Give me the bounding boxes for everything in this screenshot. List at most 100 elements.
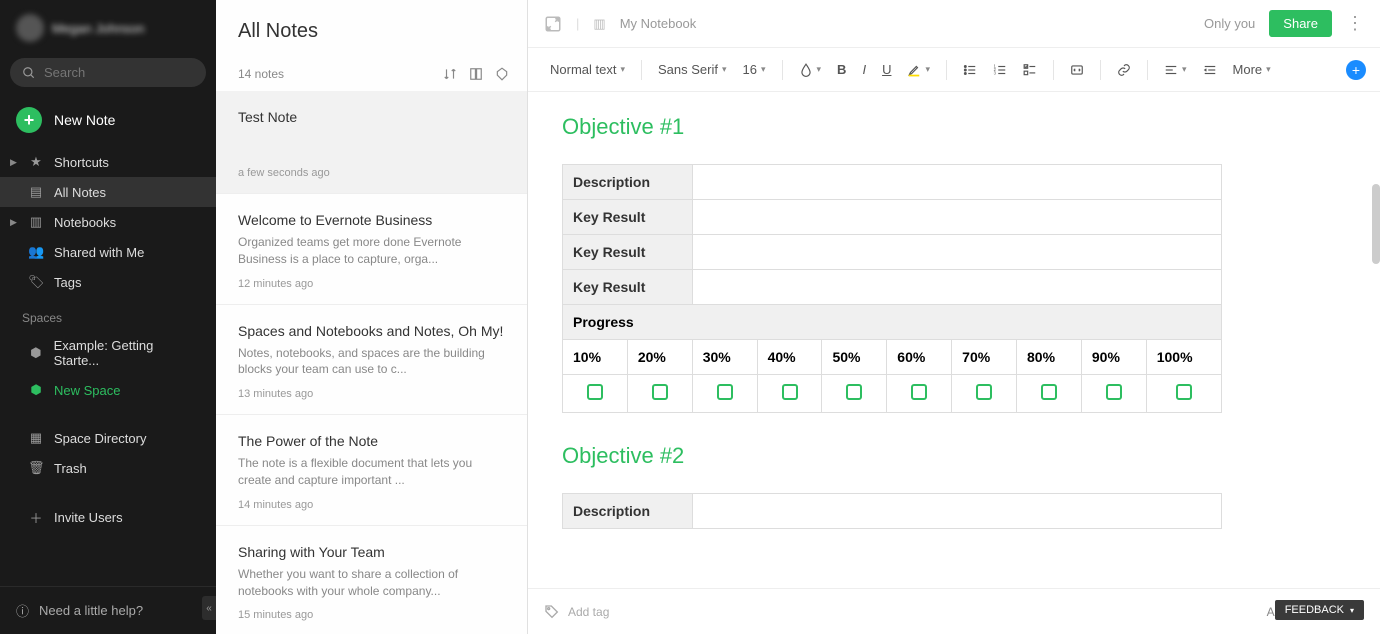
- nav-trash[interactable]: 🗑 Trash: [0, 453, 216, 483]
- filter-icon[interactable]: [495, 67, 509, 81]
- tag-icon: 🏷: [28, 274, 44, 290]
- table-header: Key Result: [563, 235, 693, 270]
- expand-icon[interactable]: [544, 15, 562, 33]
- sort-icon[interactable]: [443, 67, 457, 81]
- checkbox-icon: [911, 384, 927, 400]
- help-link[interactable]: ⓘ Need a little help?: [0, 586, 216, 634]
- checkbox-cell[interactable]: [563, 375, 628, 413]
- text-color-button[interactable]: ▾: [793, 59, 828, 81]
- chevron-down-icon: ▾: [722, 64, 727, 75]
- checkbox-cell[interactable]: [822, 375, 887, 413]
- nav-space-example[interactable]: ⬢ Example: Getting Starte...: [0, 331, 216, 375]
- chevron-down-icon: ▾: [761, 64, 766, 75]
- underline-button[interactable]: U: [876, 58, 897, 81]
- table-cell[interactable]: [693, 494, 1222, 529]
- chevron-down-icon: ▾: [1350, 606, 1354, 615]
- note-card[interactable]: The Power of the NoteThe note is a flexi…: [216, 415, 527, 526]
- collapse-sidebar-button[interactable]: «: [202, 596, 216, 620]
- checkbox-cell[interactable]: [1081, 375, 1146, 413]
- align-button[interactable]: ▾: [1158, 59, 1193, 81]
- nav-invite-users[interactable]: ＋ Invite Users: [0, 501, 216, 534]
- checkbox-icon: [1176, 384, 1192, 400]
- nav-label: Trash: [54, 461, 87, 476]
- percent-cell: 50%: [822, 340, 887, 375]
- checklist-button[interactable]: [1017, 59, 1043, 81]
- search-input[interactable]: [44, 65, 220, 80]
- insert-button[interactable]: +: [1346, 60, 1366, 80]
- nav-all-notes[interactable]: ▤ All Notes: [0, 177, 216, 207]
- editor-content[interactable]: Objective #1 Description Key Result Key …: [528, 92, 1380, 588]
- table-cell[interactable]: [693, 270, 1222, 305]
- percent-cell: 100%: [1146, 340, 1221, 375]
- note-title: Test Note: [238, 109, 505, 125]
- highlight-button[interactable]: ▾: [901, 59, 936, 81]
- nav-new-space[interactable]: ⬢ New Space: [0, 375, 216, 405]
- note-time: 15 minutes ago: [238, 609, 505, 621]
- info-icon: ⓘ: [16, 601, 29, 620]
- note-card[interactable]: Welcome to Evernote BusinessOrganized te…: [216, 194, 527, 305]
- link-button[interactable]: [1111, 59, 1137, 81]
- tag-input-area[interactable]: Add tag: [544, 604, 609, 620]
- table-cell[interactable]: [693, 235, 1222, 270]
- checkbox-cell[interactable]: [627, 375, 692, 413]
- font-size-dropdown[interactable]: 16 ▾: [737, 58, 772, 81]
- checkbox-cell[interactable]: [1017, 375, 1082, 413]
- bullet-list-button[interactable]: [957, 59, 983, 81]
- new-note-button[interactable]: + New Note: [0, 93, 216, 147]
- text-style-dropdown[interactable]: Normal text ▾: [544, 58, 631, 81]
- toolbar-more-dropdown[interactable]: More ▾: [1227, 58, 1277, 81]
- note-card[interactable]: Spaces and Notebooks and Notes, Oh My!No…: [216, 305, 527, 416]
- star-icon: ★: [28, 154, 44, 170]
- checkbox-icon: [652, 384, 668, 400]
- bold-button[interactable]: B: [831, 58, 852, 81]
- feedback-button[interactable]: FEEDBACK ▾: [1275, 600, 1364, 620]
- table-header: Key Result: [563, 270, 693, 305]
- note-time: 13 minutes ago: [238, 388, 505, 400]
- scrollbar-thumb[interactable]: [1372, 184, 1380, 264]
- percent-cell: 60%: [887, 340, 952, 375]
- code-block-button[interactable]: [1064, 59, 1090, 81]
- checkbox-cell[interactable]: [952, 375, 1017, 413]
- checkbox-cell[interactable]: [1146, 375, 1221, 413]
- notebook-name[interactable]: My Notebook: [620, 16, 697, 31]
- share-button[interactable]: Share: [1269, 10, 1332, 37]
- table-header: Description: [563, 165, 693, 200]
- nav-label: Shared with Me: [54, 245, 144, 260]
- indent-button[interactable]: [1197, 59, 1223, 81]
- checkbox-cell[interactable]: [692, 375, 757, 413]
- checkbox-icon: [846, 384, 862, 400]
- feedback-label: FEEDBACK: [1285, 604, 1344, 616]
- nav-notebooks[interactable]: ▶ ▥ Notebooks: [0, 207, 216, 237]
- numbered-list-button[interactable]: 123: [987, 59, 1013, 81]
- heading: Objective #2: [562, 443, 1346, 469]
- tag-placeholder: Add tag: [568, 605, 609, 619]
- user-profile[interactable]: Megan Johnson: [0, 0, 216, 52]
- table-header: Progress: [563, 305, 1222, 340]
- note-card[interactable]: Sharing with Your TeamWhether you want t…: [216, 526, 527, 634]
- view-icon[interactable]: [469, 67, 483, 81]
- note-count: 14 notes: [238, 67, 284, 81]
- nav-shared[interactable]: 👥 Shared with Me: [0, 237, 216, 267]
- font-dropdown[interactable]: Sans Serif ▾: [652, 58, 733, 81]
- checkbox-cell[interactable]: [757, 375, 822, 413]
- visibility-label: Only you: [1204, 16, 1255, 31]
- table-header: Key Result: [563, 200, 693, 235]
- note-time: a few seconds ago: [238, 167, 505, 179]
- nav-shortcuts[interactable]: ▶ ★ Shortcuts: [0, 147, 216, 177]
- nav-tags[interactable]: 🏷 Tags: [0, 267, 216, 297]
- italic-button[interactable]: I: [856, 58, 872, 81]
- percent-cell: 80%: [1017, 340, 1082, 375]
- note-time: 14 minutes ago: [238, 499, 505, 511]
- table-cell[interactable]: [693, 200, 1222, 235]
- tag-icon: [544, 604, 560, 620]
- percent-cell: 30%: [692, 340, 757, 375]
- note-card[interactable]: Test Note a few seconds ago: [216, 91, 527, 194]
- checkbox-cell[interactable]: [887, 375, 952, 413]
- notebook-icon: ▥: [28, 214, 44, 230]
- note-icon: ▤: [28, 184, 44, 200]
- nav-space-directory[interactable]: ▦ Space Directory: [0, 423, 216, 453]
- table-cell[interactable]: [693, 165, 1222, 200]
- notebook-icon: ▥: [593, 16, 605, 32]
- search-input-wrapper[interactable]: [10, 58, 206, 87]
- more-menu-icon[interactable]: ⋮: [1346, 13, 1364, 34]
